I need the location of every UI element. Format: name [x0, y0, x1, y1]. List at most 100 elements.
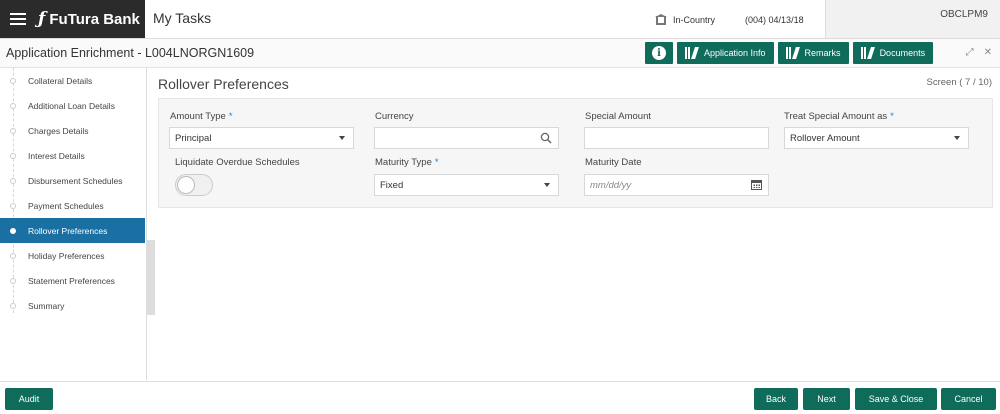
- calendar-icon[interactable]: [751, 180, 762, 190]
- page-title: My Tasks: [153, 10, 212, 26]
- cancel-button[interactable]: Cancel: [941, 388, 996, 410]
- books-icon: [685, 47, 699, 59]
- branch-date: (004) 04/13/18: [745, 14, 804, 25]
- sidebar-item-label: Statement Preferences: [28, 275, 115, 286]
- application-info-button[interactable]: Application Info: [677, 42, 774, 64]
- maturity-date-input[interactable]: mm/dd/yy: [584, 174, 769, 196]
- section-title: Rollover Preferences: [158, 76, 289, 92]
- sidebar-item-label: Holiday Preferences: [28, 250, 105, 261]
- documents-label: Documents: [879, 48, 926, 58]
- back-button[interactable]: Back: [754, 388, 798, 410]
- sidebar-item-payment-schedules[interactable]: Payment Schedules: [0, 193, 145, 218]
- next-button[interactable]: Next: [803, 388, 850, 410]
- treat-special-value: Rollover Amount: [790, 132, 860, 144]
- required-marker: *: [228, 111, 233, 122]
- info-icon: i: [652, 46, 666, 60]
- chevron-down-icon: [339, 136, 345, 140]
- maturity-date-placeholder: mm/dd/yy: [590, 179, 632, 191]
- sidebar-item-interest-details[interactable]: Interest Details: [0, 143, 145, 168]
- sidebar-item-holiday-preferences[interactable]: Holiday Preferences: [0, 243, 145, 268]
- footer-bar: Audit Back Next Save & Close Cancel: [0, 381, 1000, 414]
- amount-type-select[interactable]: Principal: [169, 127, 354, 149]
- sidebar-item-disbursement-schedules[interactable]: Disbursement Schedules: [0, 168, 145, 193]
- top-bar: ƒ FuTura Bank My Tasks In-Country (004) …: [0, 0, 1000, 38]
- sidebar-item-rollover-preferences[interactable]: Rollover Preferences: [0, 218, 145, 243]
- step-dot-icon: [10, 252, 16, 259]
- step-dot-icon: [10, 102, 16, 109]
- treat-special-amount-label: Treat Special Amount as *: [784, 111, 894, 122]
- sidebar-scrollbar[interactable]: [147, 240, 155, 315]
- liquidate-overdue-label: Liquidate Overdue Schedules: [175, 157, 300, 168]
- bank-icon: [655, 14, 667, 25]
- amount-type-label-text: Amount Type: [170, 111, 226, 122]
- sidebar-item-statement-preferences[interactable]: Statement Preferences: [0, 268, 145, 293]
- toggle-knob: [177, 176, 195, 194]
- expand-icon[interactable]: ⤢: [966, 47, 974, 58]
- sidebar-item-label: Collateral Details: [28, 75, 93, 86]
- audit-button[interactable]: Audit: [5, 388, 53, 410]
- user-box[interactable]: OBCLPM9: [825, 0, 1000, 38]
- brand-area: ƒ FuTura Bank: [0, 0, 145, 38]
- hamburger-menu-icon[interactable]: [10, 13, 26, 25]
- sub-header: Application Enrichment - L004LNORGN1609 …: [0, 38, 1000, 68]
- step-dot-icon: [10, 152, 16, 159]
- sidebar-item-collateral-details[interactable]: Collateral Details: [0, 68, 145, 93]
- remarks-button[interactable]: Remarks: [777, 42, 849, 64]
- sidebar-item-label: Additional Loan Details: [28, 100, 115, 111]
- action-buttons: i Application Info Remarks Documents: [645, 42, 934, 64]
- maturity-type-value: Fixed: [380, 179, 404, 191]
- close-icon[interactable]: ✕: [984, 47, 992, 58]
- application-info-label: Application Info: [704, 48, 766, 58]
- sidebar-item-label: Disbursement Schedules: [28, 175, 123, 186]
- step-dot-icon: [10, 77, 16, 84]
- window-controls: ⤢ ✕: [966, 47, 992, 58]
- step-dot-icon: [10, 277, 16, 284]
- sidebar: Collateral Details Additional Loan Detai…: [0, 68, 147, 380]
- currency-input[interactable]: [374, 127, 559, 149]
- books-icon: [860, 47, 875, 59]
- sidebar-item-label: Charges Details: [28, 125, 89, 136]
- step-dot-icon: [10, 202, 16, 209]
- currency-label: Currency: [375, 111, 414, 122]
- sidebar-item-label: Interest Details: [28, 150, 85, 161]
- brand-logo: ƒ FuTura Bank: [38, 9, 140, 29]
- step-dot-icon: [10, 127, 16, 134]
- sidebar-item-charges-details[interactable]: Charges Details: [0, 118, 145, 143]
- documents-button[interactable]: Documents: [852, 42, 934, 64]
- required-marker: *: [434, 157, 439, 168]
- chevron-down-icon: [544, 183, 550, 187]
- sidebar-item-label: Summary: [28, 300, 65, 311]
- screen-counter: Screen ( 7 / 10): [926, 77, 992, 88]
- maturity-type-label-text: Maturity Type: [375, 157, 432, 168]
- special-amount-input[interactable]: [584, 127, 769, 149]
- liquidate-overdue-toggle[interactable]: [175, 174, 213, 196]
- context-info: In-Country (004) 04/13/18: [655, 14, 804, 25]
- treat-special-label-text: Treat Special Amount as: [784, 111, 888, 122]
- amount-type-label: Amount Type *: [170, 111, 233, 122]
- maturity-date-label: Maturity Date: [585, 157, 642, 168]
- sidebar-item-additional-loan-details[interactable]: Additional Loan Details: [0, 93, 145, 118]
- treat-special-amount-select[interactable]: Rollover Amount: [784, 127, 969, 149]
- info-button[interactable]: i: [645, 42, 673, 64]
- sidebar-item-summary[interactable]: Summary: [0, 293, 145, 318]
- remarks-label: Remarks: [804, 48, 841, 58]
- chevron-down-icon: [954, 136, 960, 140]
- required-marker: *: [890, 111, 894, 122]
- step-dot-icon: [10, 177, 16, 184]
- region-label[interactable]: In-Country: [673, 15, 715, 25]
- special-amount-label: Special Amount: [585, 111, 652, 122]
- sidebar-item-label: Rollover Preferences: [28, 225, 108, 236]
- user-name[interactable]: OBCLPM9: [940, 9, 988, 20]
- step-dot-icon: [10, 302, 16, 309]
- brand-name: FuTura Bank: [49, 10, 140, 28]
- search-icon[interactable]: [540, 132, 552, 144]
- maturity-type-select[interactable]: Fixed: [374, 174, 559, 196]
- brand-f-icon: ƒ: [38, 9, 46, 29]
- books-icon: [785, 47, 800, 59]
- application-title: Application Enrichment - L004LNORGN1609: [6, 46, 255, 60]
- save-and-close-button[interactable]: Save & Close: [855, 388, 937, 410]
- rollover-form-panel: Amount Type * Currency Special Amount Tre…: [158, 98, 993, 208]
- amount-type-value: Principal: [175, 132, 212, 144]
- sidebar-item-label: Payment Schedules: [28, 200, 104, 211]
- step-dot-icon: [10, 227, 16, 234]
